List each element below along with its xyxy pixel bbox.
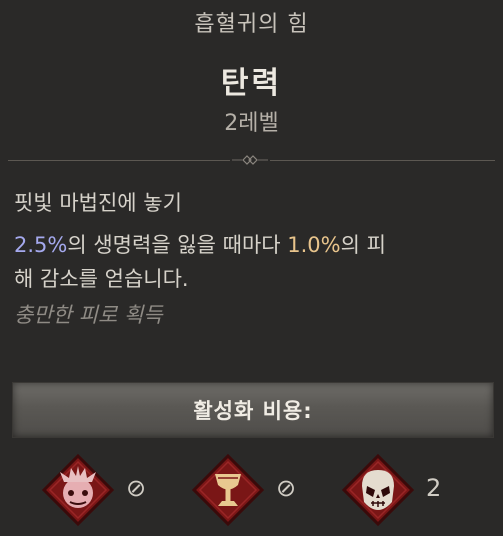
- power-category: 흡혈귀의 힘: [194, 12, 309, 37]
- ingredient-1-count: ⊘: [126, 474, 147, 502]
- spiked-mask-icon: [41, 453, 115, 527]
- activation-cost-bar: 활성화 비용:: [12, 382, 494, 438]
- flavor-text: 충만한 피로 획득: [14, 303, 163, 327]
- description-text-2: 의 피: [340, 233, 386, 257]
- skull-mask-icon: [341, 453, 415, 527]
- description-title: 핏빛 마법진에 놓기: [14, 191, 182, 215]
- power-tooltip: 흡혈귀의 힘 탄력 2레벨 핏빛 마법진에 놓기 2.5%의 생명력을 잃을 때…: [0, 0, 503, 536]
- ingredient-2[interactable]: ⊘: [190, 452, 310, 528]
- ingredient-2-count: ⊘: [276, 474, 297, 502]
- power-rank: 2레벨: [224, 111, 279, 136]
- divider-line-right: [270, 160, 495, 161]
- activation-cost-label: 활성화 비용:: [193, 399, 313, 423]
- ingredient-3-count: 2: [426, 474, 442, 502]
- life-loss-value: 2.5%: [14, 233, 68, 257]
- damage-reduction-value: 1.0%: [287, 233, 341, 257]
- chalice-icon: [191, 453, 265, 527]
- description-text-1: 의 생명력을 잃을 때마다: [67, 233, 288, 257]
- divider-line-left: [8, 160, 230, 161]
- divider-ornament-icon: [232, 155, 268, 165]
- ingredient-1[interactable]: ⊘: [40, 452, 160, 528]
- description-line-1: 2.5%의 생명력을 잃을 때마다 1.0%의 피: [14, 228, 386, 262]
- description-line-2: 해 감소를 얻습니다.: [14, 267, 189, 291]
- power-name: 탄력: [220, 66, 283, 101]
- ingredient-3[interactable]: 2: [340, 452, 460, 528]
- tooltip-header: 흡혈귀의 힘 탄력 2레벨: [0, 0, 503, 158]
